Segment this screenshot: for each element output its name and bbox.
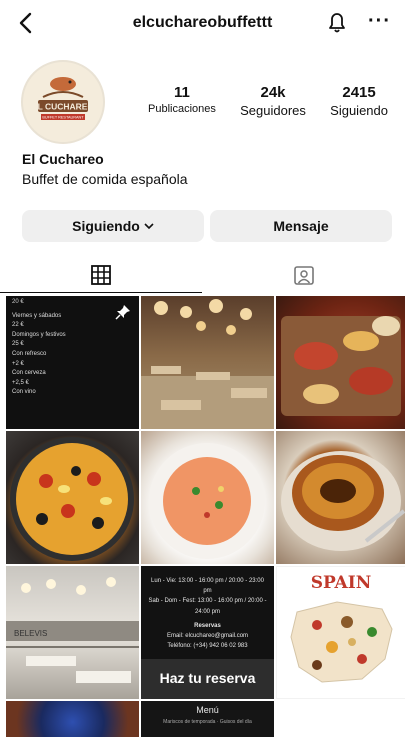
- restaurant-logo: EL CUCHAREO BUFFET RESTAURANT: [23, 62, 103, 142]
- gazpacho-image: [149, 443, 265, 559]
- post-price-row: Con vino: [12, 389, 36, 396]
- spain-map-title: SPAIN: [310, 573, 372, 593]
- post-charcuterie[interactable]: [276, 296, 405, 429]
- post-menu[interactable]: Menú Mariscos de temporada · Guisos del …: [141, 701, 274, 737]
- tagged-person-icon: [294, 266, 314, 285]
- post-menu-sub: Mariscos de temporada · Guisos del día: [163, 719, 252, 725]
- stat-following[interactable]: 2415 Siguiendo: [330, 84, 388, 118]
- grid-icon: [91, 265, 111, 285]
- post-reservations[interactable]: Lun - Vie: 13:00 - 16:00 pm / 20:00 - 23…: [141, 566, 274, 699]
- post-price-row: +2 €: [12, 360, 24, 367]
- posts-grid: 20 € Viernes y sábados 22 € Domingos y f…: [6, 296, 405, 737]
- paella-image: [10, 437, 134, 561]
- following-button-label: Siguiendo: [72, 218, 140, 234]
- stat-following-label: Siguiendo: [330, 103, 388, 118]
- stat-followers-value: 24k: [260, 84, 286, 101]
- stat-followers[interactable]: 24k Seguidores: [240, 84, 306, 118]
- restaurant-interior-image: [141, 299, 274, 429]
- avatar[interactable]: EL CUCHAREO BUFFET RESTAURANT: [21, 60, 105, 144]
- chevron-down-icon: [144, 223, 154, 230]
- pin-icon: [115, 305, 130, 320]
- profile-name: El Cuchareo: [22, 151, 104, 167]
- profile-tabs: [0, 256, 405, 294]
- post-hours-weekday: Lun - Vie: 13:00 - 16:00 pm / 20:00 - 23…: [151, 578, 264, 595]
- message-button-label: Mensaje: [273, 218, 329, 234]
- svg-text:EL CUCHAREO: EL CUCHAREO: [32, 102, 95, 112]
- post-hours-weekend: Sab - Dom - Fest: 13:00 - 16:00 pm / 20:…: [148, 598, 267, 615]
- more-options-button[interactable]: ···: [368, 10, 391, 33]
- svg-text:BUFFET RESTAURANT: BUFFET RESTAURANT: [42, 116, 84, 120]
- profile-bio: Buffet de comida española: [22, 171, 188, 187]
- charcuterie-image: [281, 316, 401, 416]
- post-reservas-title: Reservas: [194, 622, 221, 629]
- message-button[interactable]: Mensaje: [210, 210, 392, 242]
- post-restaurant-interior[interactable]: [141, 296, 274, 429]
- post-price-row: +2,5 €: [12, 379, 29, 386]
- dining-room-image: BELEVIS: [6, 577, 139, 683]
- post-paella[interactable]: [6, 431, 139, 564]
- post-email: Email: elcuchareo@gmail.com: [166, 632, 249, 639]
- post-gazpacho[interactable]: [141, 431, 274, 564]
- stat-posts-value: 11: [174, 84, 190, 101]
- bell-icon[interactable]: [325, 9, 349, 35]
- post-price-row: 22 €: [12, 322, 24, 329]
- post-price-row: Con cerveza: [12, 370, 46, 377]
- post-crema-catalana[interactable]: [276, 431, 405, 564]
- profile-stats: 11 Publicaciones 24k Seguidores 2415 Sig…: [148, 84, 388, 118]
- top-bar: elcuchareobuffettt ···: [0, 0, 405, 48]
- tab-posts-grid[interactable]: [0, 256, 202, 294]
- tab-tagged[interactable]: [203, 256, 405, 294]
- stat-followers-label: Seguidores: [240, 103, 306, 118]
- post-spain-map[interactable]: SPAIN: [276, 566, 405, 699]
- post-empty: [276, 701, 405, 737]
- post-dish-partial[interactable]: [6, 701, 139, 737]
- stat-posts[interactable]: 11 Publicaciones: [148, 84, 216, 118]
- active-tab-indicator: [0, 292, 202, 293]
- post-dining-room[interactable]: BELEVIS: [6, 566, 139, 699]
- post-price-row: Domingos y festivos: [12, 331, 66, 338]
- post-menu-title: Menú: [196, 705, 219, 715]
- reserve-cta: Haz tu reserva: [141, 659, 274, 699]
- post-phone: Teléfono: (+34) 942 06 02 983: [167, 643, 248, 650]
- svg-text:BELEVIS: BELEVIS: [14, 629, 47, 638]
- post-price-row: 25 €: [12, 341, 24, 348]
- following-button[interactable]: Siguiendo: [22, 210, 204, 242]
- stat-posts-label: Publicaciones: [148, 103, 216, 115]
- post-price-row: Con refresco: [12, 350, 47, 357]
- post-prices[interactable]: 20 € Viernes y sábados 22 € Domingos y f…: [6, 296, 139, 429]
- stat-following-value: 2415: [342, 84, 376, 101]
- crema-catalana-image: [281, 451, 405, 551]
